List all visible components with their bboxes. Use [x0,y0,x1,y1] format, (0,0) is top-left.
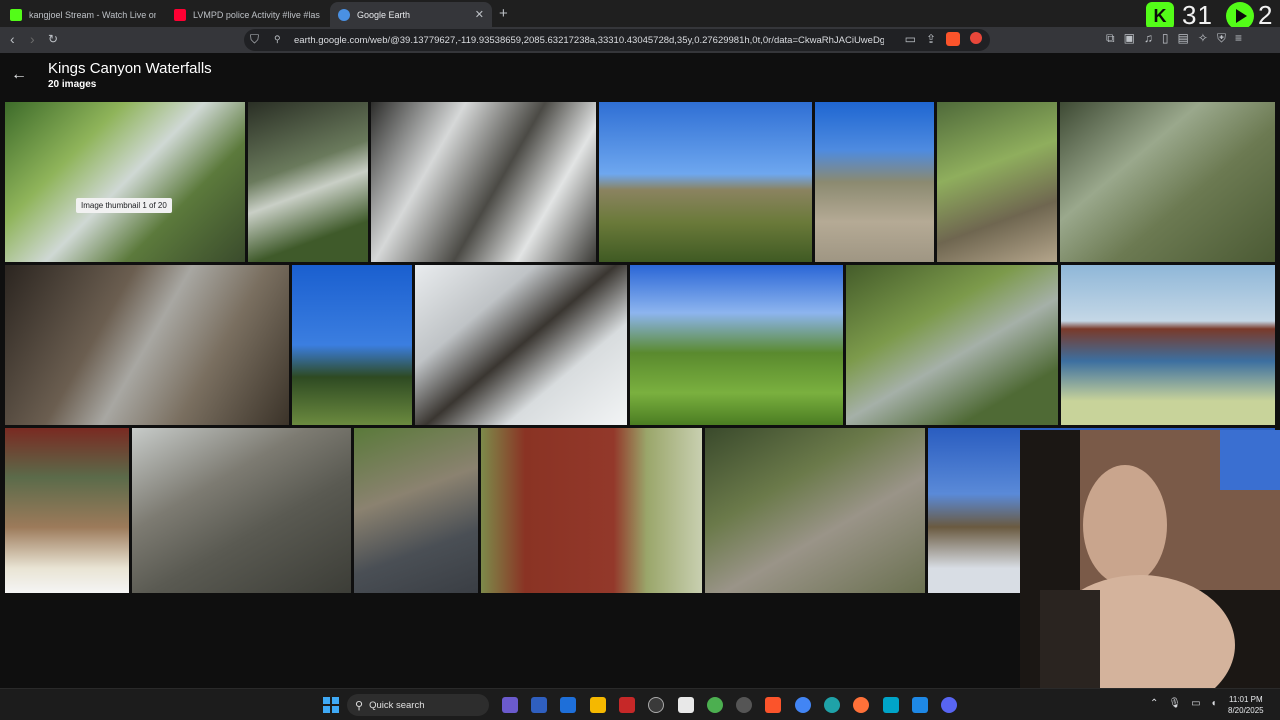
firefox-icon[interactable] [853,697,869,713]
ai-icon[interactable]: ✧ [1198,31,1208,46]
image-thumbnail[interactable] [1061,265,1275,425]
app-icon[interactable] [707,697,723,713]
chevron-up-icon[interactable]: ⌃ [1150,698,1158,709]
new-tab-icon[interactable]: + [499,5,508,22]
image-thumbnail[interactable] [630,265,843,425]
volume-icon[interactable]: ◖ [1211,698,1217,709]
forward-icon[interactable]: › [30,31,35,47]
discord-icon[interactable] [941,697,957,713]
image-thumbnail[interactable] [705,428,925,593]
bookmark-icon[interactable]: ⛉ [250,32,259,47]
vpn-icon[interactable]: ⛨ [1217,31,1226,46]
back-arrow-icon[interactable]: ← [11,66,27,84]
app-icon[interactable] [619,697,635,713]
tab-lvmpd[interactable]: LVMPD police Activity #live #lasvegas [166,2,328,27]
tab-strip: kangjoel Stream - Watch Live on Kick LVM… [0,0,1280,30]
app-icon[interactable] [560,697,576,713]
image-thumbnail[interactable] [481,428,702,593]
app-icon[interactable] [736,697,752,713]
share-icon[interactable]: ⇪ [926,32,936,46]
system-tray: ⌃ 🎙 ▭ ◖ [1150,698,1217,709]
tab-google-earth[interactable]: Google Earth ✕ [330,2,492,27]
image-thumbnail[interactable] [5,265,289,425]
close-tab-icon[interactable]: ✕ [475,8,484,21]
sidebar-icon[interactable]: ▯ [1162,31,1169,46]
quick-search-box[interactable]: ⚲ Quick search [347,694,489,716]
edge-icon[interactable] [824,697,840,713]
brave-shields-icon[interactable] [946,32,960,46]
image-thumbnail[interactable] [132,428,351,593]
clock[interactable]: 11:01 PM 8/20/2025 [1228,694,1264,716]
install-app-icon[interactable]: ▭ [905,32,916,46]
tab-title: Google Earth [357,9,411,20]
site-info-icon[interactable]: ⚲ [274,34,281,45]
image-thumbnail[interactable] [846,265,1058,425]
quick-search-label: Quick search [369,699,425,711]
webcam-overlay [1020,430,1280,688]
image-thumbnail[interactable] [1060,102,1275,262]
brave-browser-icon[interactable] [765,697,781,713]
menu-icon[interactable]: ≡ [1235,31,1242,46]
chrome-icon[interactable] [795,697,811,713]
start-button-icon[interactable] [323,697,339,713]
tab-title: kangjoel Stream - Watch Live on Kick [29,9,156,20]
extensions-icon[interactable]: ⧉ [1106,31,1115,46]
clock-date: 8/20/2025 [1228,706,1264,715]
file-explorer-icon[interactable] [590,697,606,713]
app-icon[interactable] [531,697,547,713]
app-icon[interactable] [678,697,694,713]
media-icon[interactable]: ♫ [1144,31,1153,46]
brave-rewards-icon[interactable] [970,32,982,44]
wallet-icon[interactable]: ▤ [1178,31,1189,46]
image-thumbnail[interactable] [354,428,478,593]
image-thumbnail[interactable] [415,265,627,425]
kick-logo-letter: K [1153,5,1167,26]
clock-time: 11:01 PM [1228,695,1263,704]
image-count: 20 images [48,79,97,90]
image-thumbnail[interactable] [937,102,1057,262]
microphone-icon[interactable]: 🎙 [1168,698,1181,709]
app-icon[interactable] [648,697,664,713]
image-thumbnail[interactable] [371,102,596,262]
google-earth-favicon-icon [338,8,350,21]
image-thumbnail[interactable] [599,102,812,262]
reload-icon[interactable]: ↻ [48,32,58,46]
back-icon[interactable]: ‹ [10,31,15,47]
app-icon[interactable] [883,697,899,713]
image-thumbnail[interactable] [815,102,934,262]
app-icon[interactable] [502,697,518,713]
webcam-feed-icon [1020,430,1280,688]
address-bar[interactable]: ⛉ ⚲ earth.google.com/web/@39.13779627,-1… [244,29,990,51]
image-thumbnail[interactable] [248,102,368,262]
search-icon: ⚲ [355,699,364,712]
windows-taskbar: ⚲ Quick search ⌃ 🎙 ▭ ◖ 11:01 PM 8/20/202… [0,688,1280,720]
browser-toolbar: ‹ › ↻ ⛉ ⚲ earth.google.com/web/@39.13779… [0,27,1280,53]
vscode-icon[interactable] [912,697,928,713]
kick-logo-icon: K [1146,2,1174,30]
page-title: Kings Canyon Waterfalls [48,60,212,77]
image-thumbnail[interactable] [5,428,129,593]
youtube-favicon-icon [174,8,186,21]
image-thumbnail[interactable] [5,102,245,262]
tab-title: LVMPD police Activity #live #lasvegas [193,9,320,20]
tab-kick-stream[interactable]: kangjoel Stream - Watch Live on Kick [2,2,164,27]
url-text: earth.google.com/web/@39.13779627,-119.9… [294,34,884,46]
play-icon [1226,2,1254,30]
image-thumbnail[interactable] [292,265,412,425]
network-icon[interactable]: ▭ [1191,698,1200,709]
thumbnail-tooltip: Image thumbnail 1 of 20 [76,198,172,213]
screenshot-icon[interactable]: ▣ [1124,31,1135,46]
kick-favicon-icon [10,8,22,21]
